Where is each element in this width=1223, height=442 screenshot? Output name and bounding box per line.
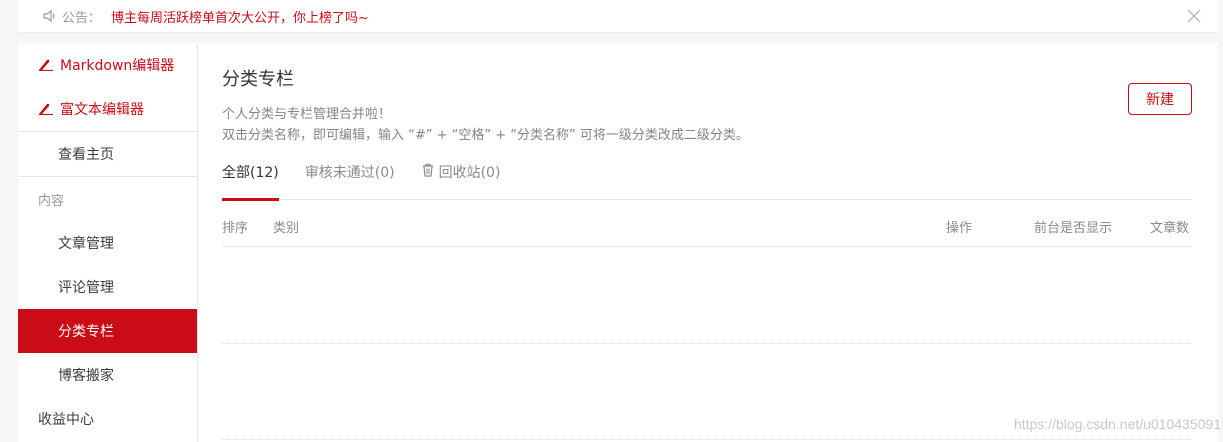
tab-rejected[interactable]: 审核未通过(0) — [305, 156, 395, 200]
announcement-bar: 公告： 博主每周活跃榜单首次大公开，你上榜了吗~ — [18, 0, 1218, 33]
table-row-divider — [222, 343, 1192, 344]
announcement-label: 公告： — [62, 10, 102, 26]
speaker-icon — [42, 8, 58, 24]
sidebar-item-label: Markdown编辑器 — [60, 58, 175, 74]
column-header-action: 操作 — [946, 221, 973, 236]
sidebar-item-categories[interactable]: 分类专栏 — [18, 309, 197, 353]
pen-icon — [38, 59, 54, 72]
page-description: 个人分类与专栏管理合并啦！ 双击分类名称，即可编辑，输入 “#” + “空格” … — [222, 104, 749, 146]
sidebar-item-comments[interactable]: 评论管理 — [18, 265, 197, 309]
close-icon[interactable] — [1186, 8, 1202, 24]
column-header-order: 排序 — [222, 221, 249, 236]
tab-recycle-bin[interactable]: 回收站(0) — [421, 156, 501, 200]
description-line: 个人分类与专栏管理合并啦！ — [222, 107, 392, 122]
new-category-button[interactable]: 新建 — [1128, 83, 1192, 115]
sidebar-group-label: 内容 — [38, 193, 65, 209]
sidebar-item-articles[interactable]: 文章管理 — [18, 221, 197, 265]
pen-icon — [38, 103, 54, 116]
table-header: 排序 类别 操作 前台是否显示 文章数 — [222, 204, 1192, 247]
sidebar-item-markdown-editor[interactable]: Markdown编辑器 — [18, 43, 197, 87]
tab-label: 审核未通过(0) — [304, 165, 395, 181]
sidebar-item-blog-move[interactable]: 博客搬家 — [18, 353, 197, 397]
tab-bar: 全部(12) 审核未通过(0) 回收站(0) — [222, 156, 1192, 201]
announcement-link[interactable]: 博主每周活跃榜单首次大公开，你上榜了吗~ — [111, 7, 369, 26]
page-title: 分类专栏 — [222, 69, 294, 90]
tab-all[interactable]: 全部(12) — [222, 156, 279, 201]
trash-icon — [421, 163, 435, 177]
table-row-divider — [222, 439, 1192, 440]
tab-label: 回收站(0) — [438, 165, 501, 181]
sidebar: Markdown编辑器 富文本编辑器 查看主页 内容 文章管理 评论管理 分类专… — [18, 43, 198, 442]
description-line: 双击分类名称，即可编辑，输入 “#” + “空格” + “分类名称” 可将一级分… — [222, 128, 749, 143]
sidebar-item-richtext-editor[interactable]: 富文本编辑器 — [18, 87, 197, 131]
tab-label: 全部(12) — [222, 165, 279, 181]
column-header-frontend-visible: 前台是否显示 — [1034, 221, 1113, 236]
main-panel: 分类专栏 个人分类与专栏管理合并啦！ 双击分类名称，即可编辑，输入 “#” + … — [198, 43, 1218, 442]
sidebar-item-home[interactable]: 查看主页 — [18, 132, 197, 176]
sidebar-item-label: 富文本编辑器 — [60, 102, 144, 118]
column-header-article-count: 文章数 — [1150, 221, 1190, 236]
watermark: https://blog.csdn.net/u010435091 — [1013, 416, 1221, 432]
sidebar-item-income[interactable]: 收益中心 — [18, 397, 197, 441]
column-header-category: 类别 — [273, 221, 300, 236]
